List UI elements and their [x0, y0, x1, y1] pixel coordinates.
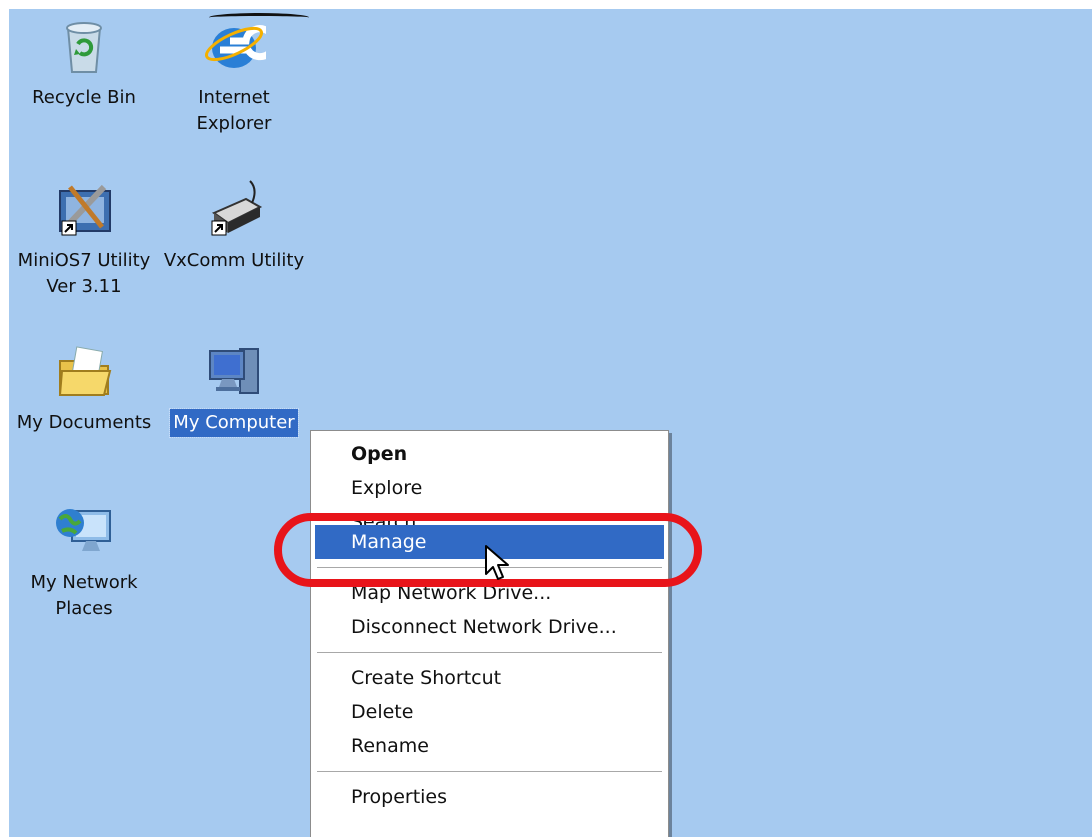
menu-separator	[317, 652, 662, 653]
menu-item-create-shortcut[interactable]: Create Shortcut	[315, 661, 664, 695]
vxcomm-utility-icon	[211, 180, 263, 236]
menu-item-open[interactable]: Open	[315, 437, 664, 471]
my-network-places-label: My Network Places	[30, 572, 138, 619]
recycle-bin-icon	[66, 22, 102, 73]
desktop-icon-internet-explorer[interactable]: Internet Explorer	[159, 14, 309, 138]
my-computer-label: My Computer	[169, 408, 299, 438]
my-documents-icon	[58, 346, 112, 396]
desktop-icon-vxcomm-utility[interactable]: VxComm Utility	[159, 177, 309, 275]
mouse-pointer-icon	[485, 545, 509, 580]
recycle-bin-label: Recycle Bin	[32, 87, 136, 108]
context-menu: Open Explore Search Manage Map Network D…	[310, 430, 669, 837]
minios7-utility-label: MiniOS7 Utility Ver 3.11	[17, 250, 151, 297]
internet-explorer-icon	[204, 25, 266, 68]
desktop-icon-recycle-bin[interactable]: Recycle Bin	[9, 14, 159, 112]
desktop-icon-my-computer[interactable]: My Computer	[159, 339, 309, 438]
my-computer-icon	[209, 348, 259, 394]
desktop-icon-my-network-places[interactable]: My Network Places	[9, 499, 159, 623]
my-network-places-icon	[56, 509, 111, 551]
my-documents-label: My Documents	[16, 412, 152, 433]
menu-item-disconnect-network-drive[interactable]: Disconnect Network Drive...	[315, 610, 664, 644]
menu-item-rename[interactable]: Rename	[315, 729, 664, 763]
desktop-icon-my-documents[interactable]: My Documents	[9, 339, 159, 437]
menu-separator	[317, 771, 662, 772]
minios7-utility-icon	[59, 184, 111, 236]
internet-explorer-label: Internet Explorer	[196, 87, 272, 134]
vxcomm-utility-label: VxComm Utility	[163, 250, 305, 271]
menu-item-properties[interactable]: Properties	[315, 780, 664, 814]
desktop[interactable]: Recycle Bin Internet Explorer MiniOS7 Ut…	[9, 9, 1092, 837]
menu-item-delete[interactable]: Delete	[315, 695, 664, 729]
menu-item-explore[interactable]: Explore	[315, 471, 664, 505]
desktop-icon-minios7-utility[interactable]: MiniOS7 Utility Ver 3.11	[9, 177, 159, 301]
